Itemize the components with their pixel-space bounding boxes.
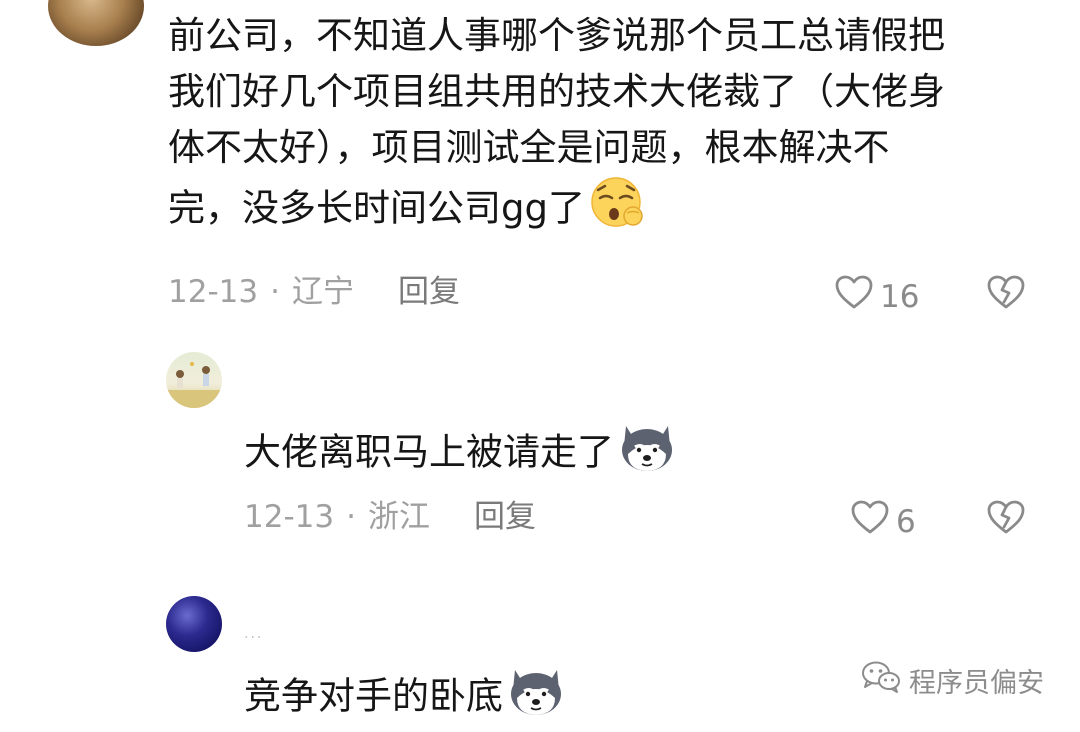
avatar-illustration bbox=[166, 362, 222, 408]
yawning-face-emoji-icon bbox=[589, 176, 647, 244]
broken-heart-icon bbox=[986, 275, 1026, 314]
meta-separator: · bbox=[270, 274, 280, 310]
reply-button[interactable]: 回复 bbox=[398, 272, 460, 312]
like-button[interactable]: 6 bbox=[850, 499, 916, 545]
like-count: 6 bbox=[896, 504, 916, 540]
reply-text: 竞争对手的卧底 bbox=[244, 674, 503, 718]
heart-outline-icon bbox=[850, 499, 896, 545]
heart-outline-icon bbox=[834, 274, 880, 320]
comment-line: 完，没多长时间公司gg了 bbox=[168, 176, 1038, 244]
dislike-button[interactable] bbox=[986, 274, 1026, 314]
comment-line: 前公司，不知道人事哪个爹说那个员工总请假把 bbox=[168, 14, 945, 57]
comment-date: 12-13 bbox=[168, 274, 259, 310]
reply-body: 竞争对手的卧底 bbox=[244, 664, 565, 732]
reply-avatar[interactable] bbox=[166, 352, 222, 408]
watermark-text: 程序员偏安 bbox=[909, 668, 1044, 699]
watermark: 程序员偏安 bbox=[861, 660, 1044, 701]
commenter-avatar[interactable] bbox=[48, 0, 144, 46]
reply-username[interactable]: ... bbox=[244, 626, 263, 642]
reply-location: 浙江 bbox=[367, 499, 430, 535]
comment-line: 体不太好），项目测试全是问题，根本解决不 bbox=[168, 126, 890, 169]
like-count: 16 bbox=[880, 279, 920, 315]
comment-location: 辽宁 bbox=[291, 274, 354, 310]
comment-line-text: 完，没多长时间公司gg了 bbox=[168, 186, 585, 230]
comment-body: 前公司，不知道人事哪个爹说那个员工总请假把 我们好几个项目组共用的技术大佬裁了（… bbox=[168, 8, 1038, 244]
reply-button[interactable]: 回复 bbox=[474, 497, 536, 537]
comment-meta: 12-13 · 辽宁 回复 bbox=[168, 272, 460, 312]
reply-avatar[interactable] bbox=[166, 596, 222, 652]
wechat-icon bbox=[861, 660, 909, 701]
husky-dog-emoji-icon bbox=[507, 664, 565, 732]
like-button[interactable]: 16 bbox=[834, 274, 919, 320]
reply-date: 12-13 bbox=[244, 499, 335, 535]
reply-meta: 12-13 · 浙江 回复 bbox=[244, 497, 536, 537]
reply-body: 大佬离职马上被请走了 bbox=[244, 420, 676, 488]
reply-text: 大佬离职马上被请走了 bbox=[244, 430, 614, 474]
broken-heart-icon bbox=[986, 500, 1026, 539]
meta-separator: · bbox=[346, 499, 356, 535]
husky-dog-emoji-icon bbox=[618, 420, 676, 488]
comment-line: 我们好几个项目组共用的技术大佬裁了（大佬身 bbox=[168, 70, 945, 113]
dislike-button[interactable] bbox=[986, 499, 1026, 539]
